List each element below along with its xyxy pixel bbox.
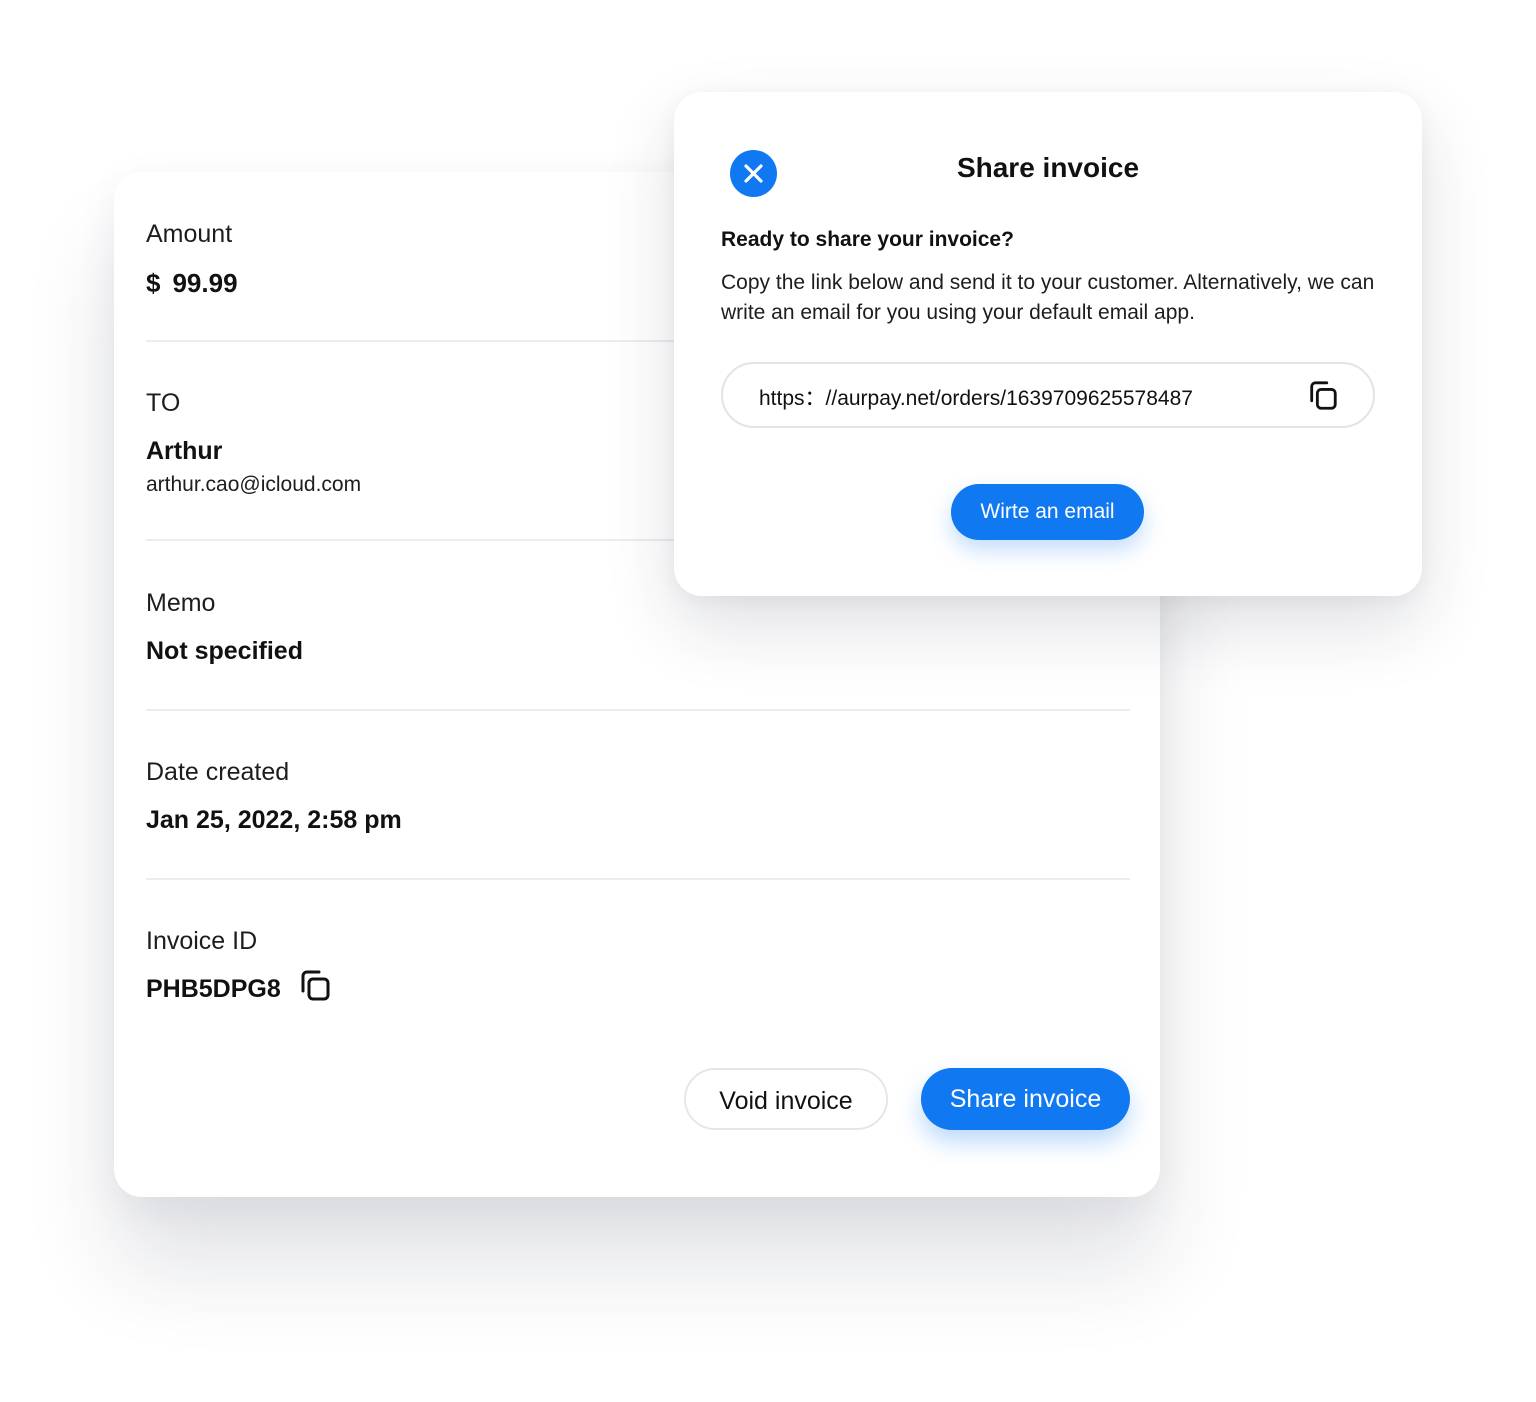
- invoice-link-text[interactable]: https：//aurpay.net/orders/16397096255784…: [759, 382, 1193, 412]
- recipient-label: TO: [146, 389, 181, 417]
- dialog-title: Share invoice: [956, 152, 1140, 183]
- dialog-description: Copy the link below and send it to your …: [721, 271, 1375, 324]
- share-invoice-dialog: Share invoice Ready to share your invoic…: [674, 92, 1422, 596]
- copy-icon[interactable]: [298, 969, 332, 1003]
- amount-label: Amount: [146, 220, 233, 248]
- write-email-button[interactable]: Wirte an email: [951, 484, 1144, 540]
- invoice-link-field[interactable]: https：//aurpay.net/orders/16397096255784…: [721, 362, 1375, 428]
- recipient-email: arthur.cao@icloud.com: [146, 473, 362, 496]
- dialog-heading: Ready to share your invoice?: [721, 228, 1014, 251]
- share-invoice-button[interactable]: Share invoice: [921, 1068, 1130, 1130]
- copy-icon[interactable]: [1307, 380, 1339, 412]
- memo-label: Memo: [146, 589, 216, 617]
- currency-symbol: $: [146, 268, 161, 298]
- amount-value: $99.99: [146, 268, 238, 299]
- divider: [146, 709, 1130, 711]
- invoice-id-value: PHB5DPG8: [146, 975, 281, 1003]
- date-created-value: Jan 25, 2022, 2:58 pm: [146, 806, 402, 834]
- memo-value: Not specified: [146, 637, 303, 665]
- recipient-name: Arthur: [146, 437, 223, 465]
- void-invoice-button[interactable]: Void invoice: [684, 1068, 888, 1130]
- divider: [146, 878, 1130, 880]
- invoice-id-label: Invoice ID: [146, 927, 258, 955]
- amount-number: 99.99: [172, 268, 238, 298]
- date-created-label: Date created: [146, 758, 290, 786]
